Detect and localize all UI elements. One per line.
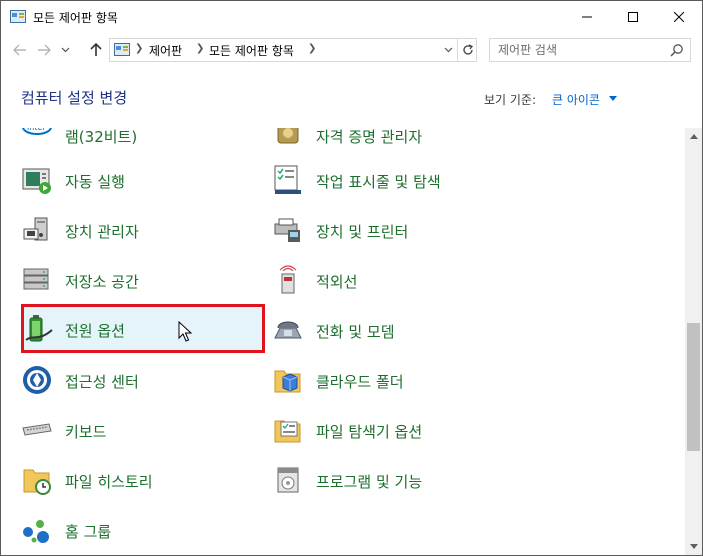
item-taskbar-navigation[interactable]: 작업 표시줄 및 탐색 [272, 160, 532, 200]
chevron-down-icon [444, 47, 452, 53]
file-explorer-options-icon [274, 420, 301, 443]
ease-of-access-icon [23, 366, 51, 394]
back-arrow-icon [13, 44, 26, 56]
selection-highlight-frame [21, 304, 265, 353]
item-device-manager[interactable]: 장치 관리자 [21, 210, 261, 250]
cloud-folder-icon [274, 370, 301, 393]
file-history-icon [23, 469, 51, 495]
item-label: 파일 탐색기 옵션 [316, 423, 423, 441]
item-storage-spaces[interactable]: 저장소 공간 [21, 260, 261, 300]
minimize-icon [582, 16, 592, 18]
address-dropdown-button[interactable] [439, 39, 457, 61]
up-arrow-icon [90, 43, 102, 56]
scroll-down-button[interactable] [685, 538, 702, 555]
maximize-button[interactable] [610, 1, 656, 33]
vertical-scrollbar[interactable] [685, 128, 702, 555]
device-manager-icon [23, 217, 48, 241]
item-file-explorer-options[interactable]: 파일 탐색기 옵션 [272, 410, 532, 450]
chevron-up-icon [689, 134, 698, 139]
forward-button[interactable] [33, 39, 55, 61]
item-label: 프로그램 및 기능 [316, 473, 423, 491]
view-by-dropdown[interactable]: 큰 아이콘 [552, 91, 600, 108]
recent-locations-button[interactable] [58, 39, 72, 61]
phone-modem-icon [274, 321, 302, 339]
scroll-up-button[interactable] [685, 128, 702, 145]
item-label: 키보드 [65, 423, 107, 441]
breadcrumb-separator-icon: ❯ [308, 43, 317, 54]
item-credential-manager[interactable]: 자격 증명 관리자 [272, 128, 532, 155]
chevron-down-icon [689, 544, 698, 549]
infrared-icon [279, 265, 297, 294]
mouse-cursor-icon [178, 321, 192, 342]
homegroup-icon [23, 520, 49, 543]
refresh-button[interactable] [457, 39, 477, 61]
item-ease-of-access[interactable]: 접근성 센터 [21, 360, 261, 400]
item-homegroup[interactable]: 홈 그룹 [21, 510, 261, 550]
item-devices-printers[interactable]: 장치 및 프린터 [272, 210, 532, 250]
view-by-arrow-icon[interactable] [609, 96, 617, 101]
item-label: 적외선 [316, 273, 358, 291]
title-bar[interactable]: 모든 제어판 항목 [1, 1, 702, 33]
item-label: 클라우드 폴더 [316, 373, 404, 391]
close-icon [674, 12, 684, 22]
minimize-button[interactable] [564, 1, 610, 33]
item-label: 홈 그룹 [65, 523, 112, 541]
item-infrared[interactable]: 적외선 [272, 260, 532, 300]
address-bar[interactable]: ❯ 제어판 ❯ 모든 제어판 항목 ❯ [109, 38, 477, 62]
scrollbar-thumb[interactable] [687, 322, 700, 451]
item-intel-graphics[interactable]: intel 램(32비트) [21, 128, 261, 155]
refresh-icon [462, 44, 473, 55]
navigation-bar: ❯ 제어판 ❯ 모든 제어판 항목 ❯ [1, 33, 702, 67]
items-pane: intel 램(32비트) 자동 실행 장치 관리자 저장소 공간 전원 옵션 … [1, 128, 685, 555]
item-label: 램(32비트) [65, 128, 138, 146]
svg-text:intel: intel [27, 128, 45, 132]
view-by-label: 보기 기준: [484, 93, 537, 107]
devices-printers-icon [274, 218, 300, 242]
item-label: 장치 관리자 [65, 223, 139, 241]
item-label: 자동 실행 [65, 173, 125, 191]
item-label: 자격 증명 관리자 [316, 128, 423, 146]
autoplay-icon [22, 168, 51, 194]
close-button[interactable] [656, 1, 702, 33]
up-button[interactable] [85, 39, 107, 61]
intel-graphics-icon: intel [22, 128, 52, 135]
breadcrumb-control-panel[interactable]: 제어판 [149, 42, 182, 59]
credential-manager-icon [277, 128, 299, 144]
item-autoplay[interactable]: 자동 실행 [21, 160, 261, 200]
item-label: 전화 및 모뎀 [316, 323, 395, 341]
keyboard-icon [22, 423, 52, 436]
control-panel-icon [10, 10, 26, 23]
control-panel-icon [114, 43, 130, 56]
item-phone-modem[interactable]: 전화 및 모뎀 [272, 310, 532, 350]
breadcrumb-all-items[interactable]: 모든 제어판 항목 [209, 42, 294, 59]
item-programs-features[interactable]: 프로그램 및 기능 [272, 460, 532, 500]
window-title: 모든 제어판 항목 [33, 11, 118, 25]
item-label: 파일 히스토리 [65, 473, 153, 491]
forward-arrow-icon [38, 44, 51, 56]
item-keyboard[interactable]: 키보드 [21, 410, 261, 450]
search-box[interactable] [489, 38, 691, 62]
search-icon[interactable] [670, 43, 684, 57]
taskbar-icon [274, 165, 301, 194]
maximize-icon [628, 12, 638, 22]
breadcrumb-separator-icon: ❯ [135, 43, 144, 54]
control-panel-window: 모든 제어판 항목 ❯ 제어판 ❯ 모든 제어판 항목 ❯ 제어판 검색 컴퓨터… [0, 0, 703, 556]
storage-spaces-icon [23, 268, 49, 290]
item-label: 저장소 공간 [65, 273, 139, 291]
programs-features-icon [277, 467, 299, 493]
item-label: 접근성 센터 [65, 373, 139, 391]
search-input[interactable] [490, 39, 668, 61]
item-cloud-folders[interactable]: 클라우드 폴더 [272, 360, 532, 400]
item-label: 작업 표시줄 및 탐색 [316, 173, 441, 191]
chevron-down-icon [61, 47, 69, 53]
back-button[interactable] [9, 39, 31, 61]
page-title: 컴퓨터 설정 변경 [21, 89, 128, 107]
item-label: 장치 및 프린터 [316, 223, 409, 241]
breadcrumb-separator-icon: ❯ [196, 43, 205, 54]
item-file-history[interactable]: 파일 히스토리 [21, 460, 261, 500]
